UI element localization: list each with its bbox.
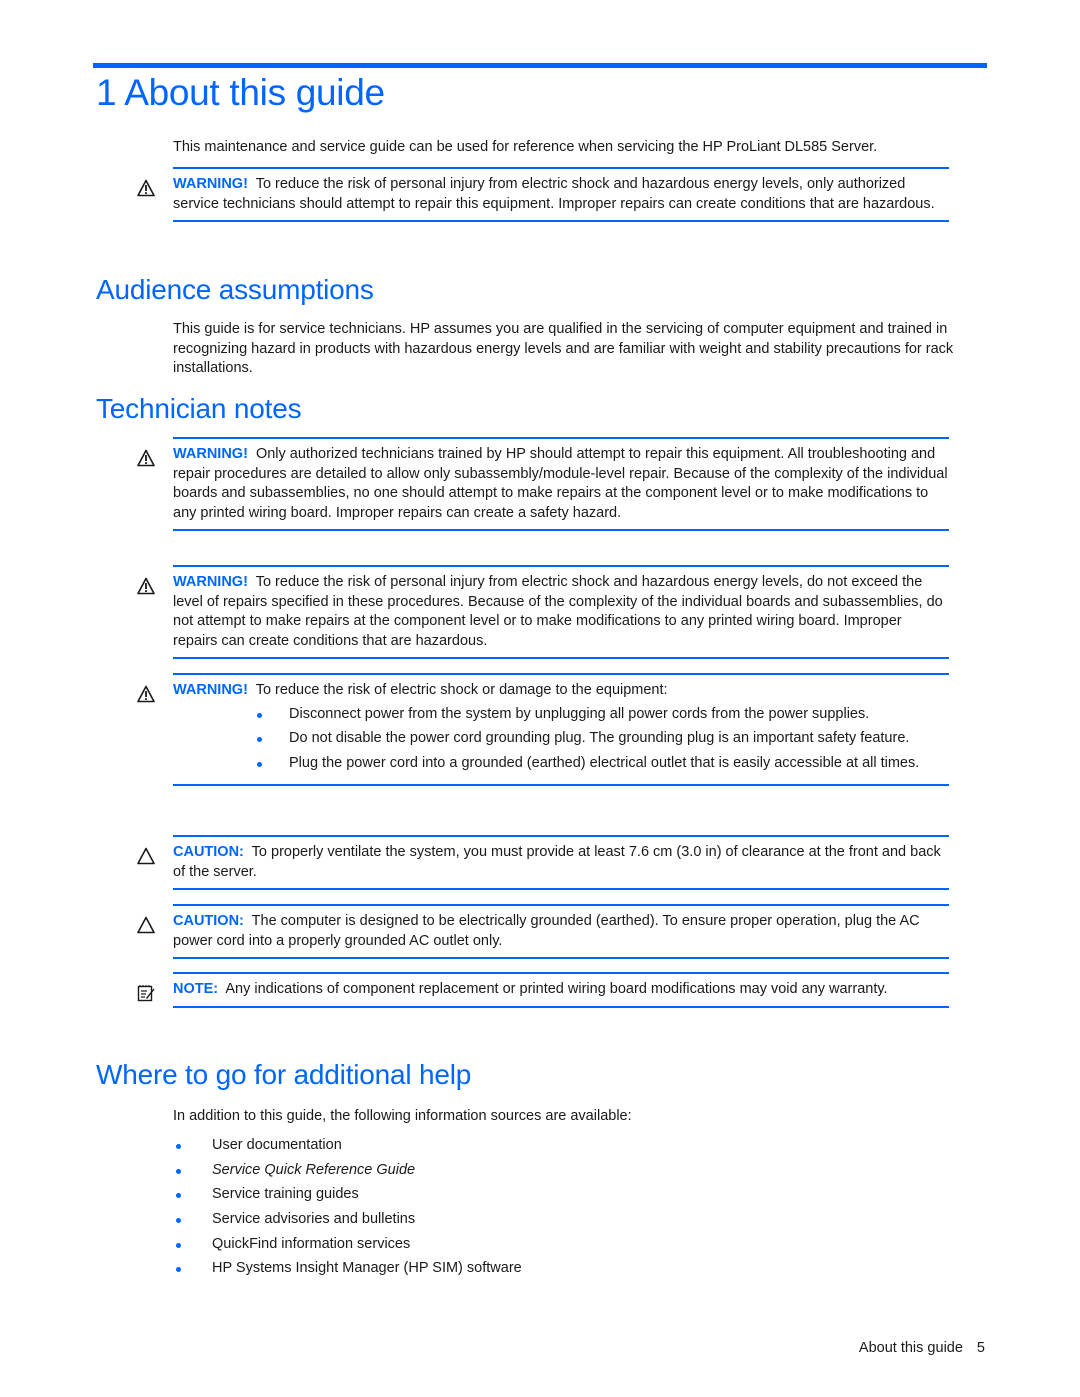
warning-bullet-list: Disconnect power from the system by unpl… <box>173 705 949 774</box>
intro-warning: WARNING! To reduce the risk of personal … <box>137 167 949 223</box>
bullet-icon <box>176 1144 181 1149</box>
caution-triangle-icon <box>137 916 155 934</box>
admonition-body: CAUTION: To properly ventilate the syste… <box>173 837 949 888</box>
admonition-text: To reduce the risk of electric shock or … <box>255 682 668 698</box>
admonition-bottom-rule <box>173 888 949 891</box>
bullet-icon <box>176 1267 181 1273</box>
list-item: Service Quick Reference Guide <box>173 1161 522 1186</box>
admonition-bottom-rule <box>173 220 949 223</box>
list-item: HP Systems Insight Manager (HP SIM) soft… <box>173 1259 522 1284</box>
admonition-bottom-rule <box>173 1005 949 1008</box>
admonition-body: NOTE: Any indications of component repla… <box>173 974 949 1006</box>
admonition-body: WARNING! Only authorized technicians tra… <box>173 439 949 529</box>
warning-triangle-icon <box>137 685 155 703</box>
section-heading-additional-help: Where to go for additional help <box>96 1059 472 1090</box>
technician-caution-1: CAUTION: To properly ventilate the syste… <box>137 835 949 891</box>
bullet-icon <box>257 761 262 767</box>
section-heading-technician-notes: Technician notes <box>96 393 302 424</box>
bullet-icon <box>176 1242 181 1248</box>
audience-paragraph: This guide is for service technicians. H… <box>173 321 954 377</box>
admonition-bottom-rule <box>173 529 949 532</box>
help-sources-list: User documentation Service Quick Referen… <box>173 1136 522 1284</box>
note-pad-icon <box>137 985 155 1002</box>
admonition-text: To reduce the risk of personal injury fr… <box>173 176 935 212</box>
bullet-icon <box>176 1193 181 1199</box>
admonition-label: WARNING! <box>173 682 248 698</box>
admonition-label: CAUTION: <box>173 913 244 929</box>
section-heading-audience: Audience assumptions <box>96 274 374 305</box>
admonition-label: CAUTION: <box>173 844 244 860</box>
warning-triangle-icon <box>137 179 155 197</box>
admonition-label: WARNING! <box>173 446 248 462</box>
admonition-body: WARNING! To reduce the risk of personal … <box>173 567 949 657</box>
bullet-icon <box>257 712 262 718</box>
admonition-label: WARNING! <box>173 176 248 192</box>
chapter-title: 1 About this guide <box>96 72 385 113</box>
list-item: Service advisories and bulletins <box>173 1210 522 1235</box>
admonition-body: WARNING! To reduce the risk of personal … <box>173 169 949 220</box>
list-item: Do not disable the power cord grounding … <box>173 729 949 749</box>
admonition-text: The computer is designed to be electrica… <box>173 913 920 949</box>
technician-warning-3: WARNING! To reduce the risk of electric … <box>137 673 949 787</box>
technician-note: NOTE: Any indications of component repla… <box>137 972 949 1008</box>
list-item: Disconnect power from the system by unpl… <box>173 705 949 725</box>
warning-triangle-icon <box>137 577 155 595</box>
caution-triangle-icon <box>137 847 155 865</box>
chapter-rule <box>93 63 987 68</box>
list-item: Service training guides <box>173 1185 522 1210</box>
list-item: Plug the power cord into a grounded (ear… <box>173 754 949 774</box>
admonition-text: To properly ventilate the system, you mu… <box>173 844 941 880</box>
page-footer: About this guide 5 <box>859 1340 985 1356</box>
technician-caution-2: CAUTION: The computer is designed to be … <box>137 904 949 960</box>
technician-warning-2: WARNING! To reduce the risk of personal … <box>137 565 949 660</box>
admonition-text: Only authorized technicians trained by H… <box>173 446 948 521</box>
footer-section-title: About this guide <box>858 1340 963 1356</box>
document-page: 1 About this guide This maintenance and … <box>0 0 1080 1397</box>
admonition-bottom-rule <box>173 957 949 960</box>
technician-warning-1: WARNING! Only authorized technicians tra… <box>137 437 949 532</box>
admonition-bottom-rule <box>173 657 949 660</box>
bullet-icon <box>176 1218 181 1224</box>
admonition-text: To reduce the risk of personal injury fr… <box>173 574 943 649</box>
admonition-bottom-rule <box>173 784 949 787</box>
help-intro-paragraph: In addition to this guide, the following… <box>173 1108 632 1124</box>
intro-paragraph: This maintenance and service guide can b… <box>173 139 878 155</box>
admonition-label: NOTE: <box>173 981 219 997</box>
admonition-body: CAUTION: The computer is designed to be … <box>173 906 949 957</box>
list-item: QuickFind information services <box>173 1235 522 1260</box>
list-item: User documentation <box>173 1136 522 1161</box>
admonition-body: WARNING! To reduce the risk of electric … <box>173 675 949 784</box>
page-number: 5 <box>976 1340 985 1356</box>
bullet-icon <box>257 737 262 743</box>
bullet-icon <box>176 1168 181 1174</box>
admonition-label: WARNING! <box>173 574 248 590</box>
admonition-text: Any indications of component replacement… <box>225 981 888 997</box>
warning-triangle-icon <box>137 449 155 467</box>
